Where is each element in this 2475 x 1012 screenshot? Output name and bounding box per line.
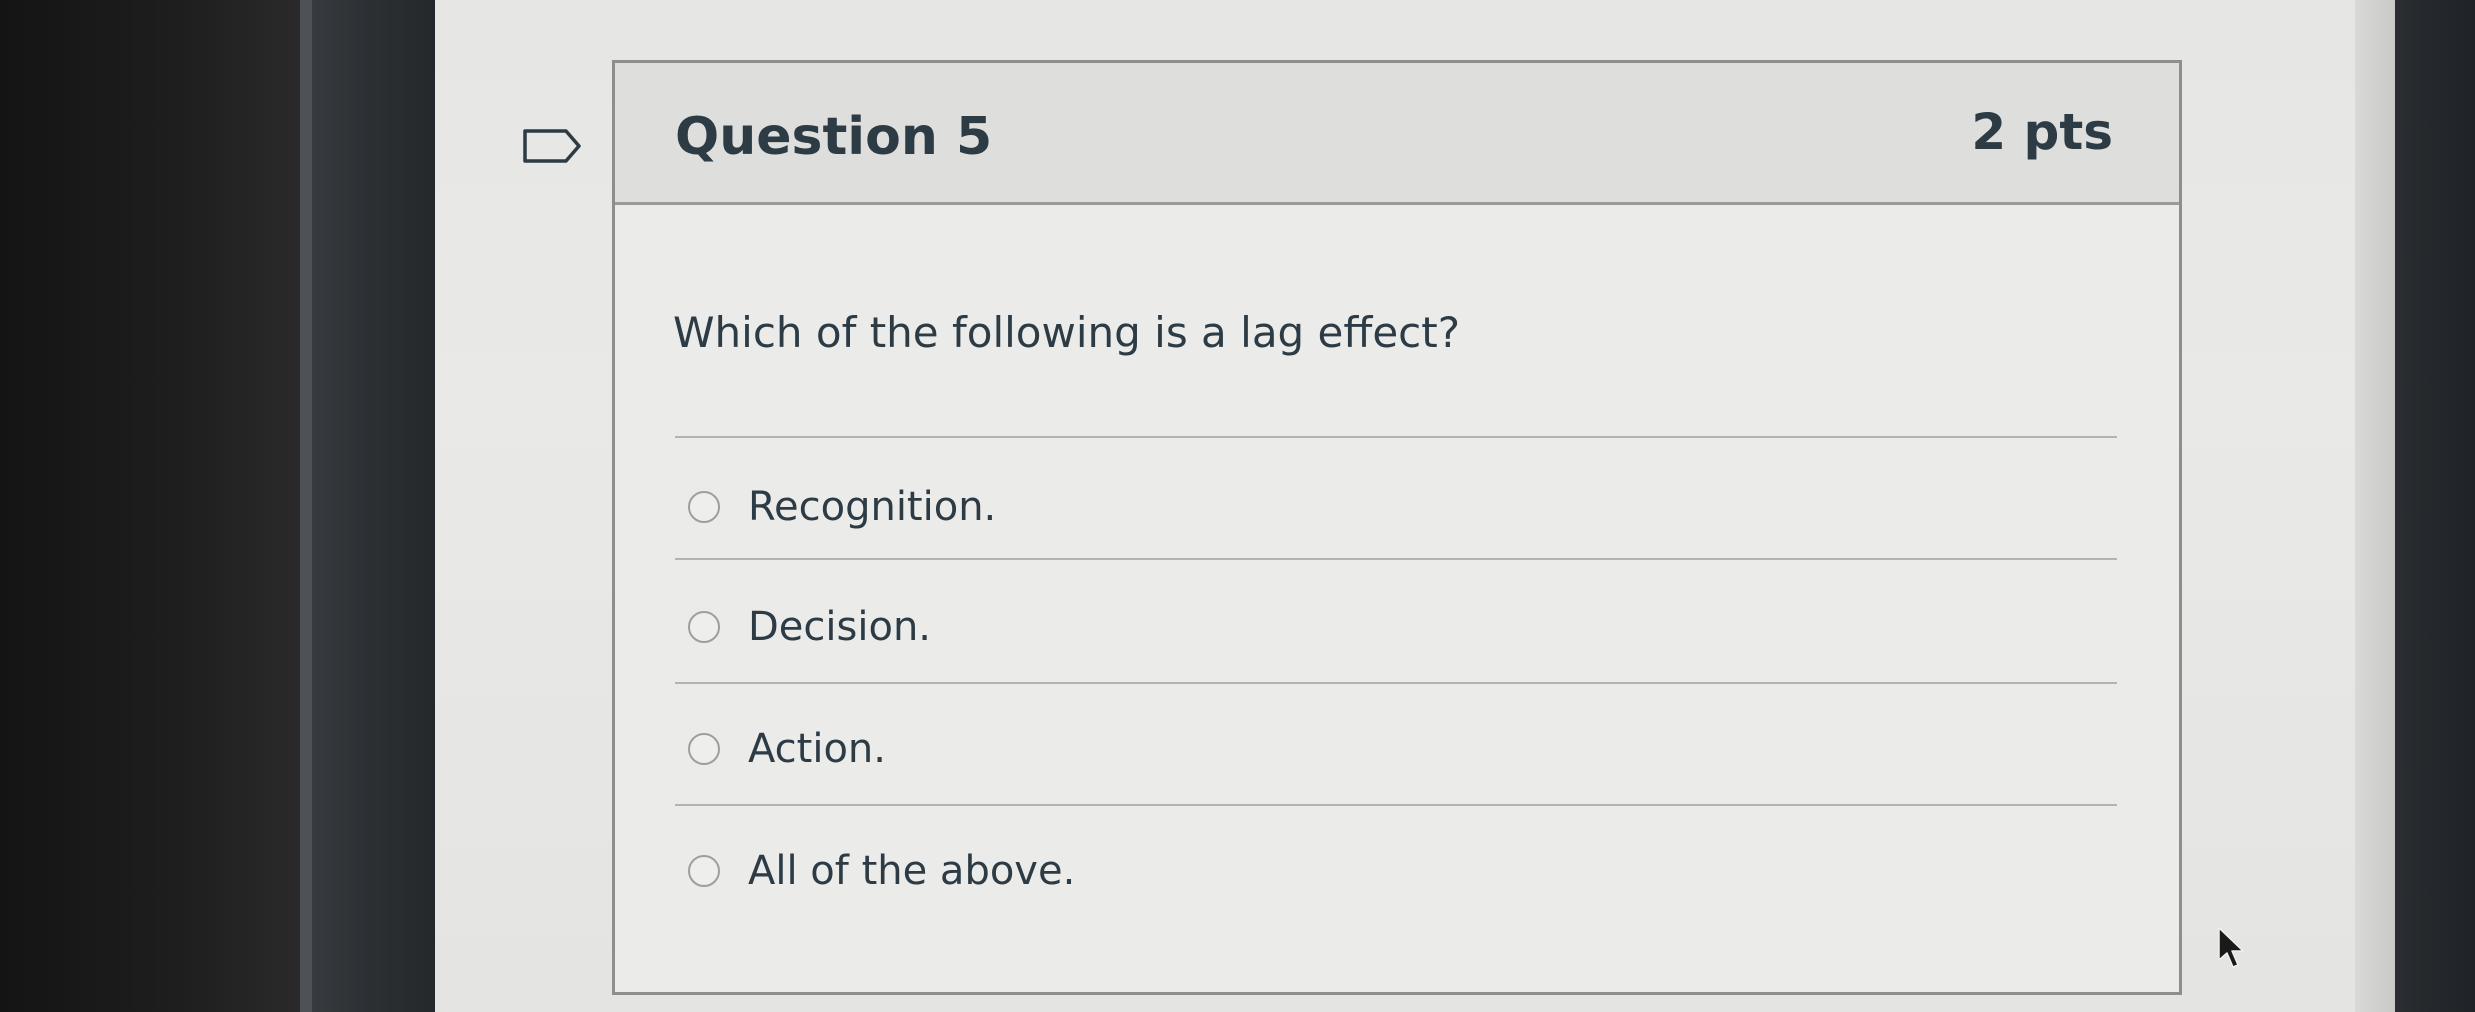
radio-button[interactable]	[688, 855, 720, 887]
answer-option-all-of-the-above[interactable]: All of the above.	[688, 846, 1075, 896]
answer-label: Decision.	[748, 604, 932, 650]
screen-right-margin	[2355, 0, 2395, 1012]
answer-divider	[675, 804, 2117, 806]
monitor-bezel-edge	[300, 0, 312, 1012]
mouse-pointer-icon	[2218, 927, 2244, 968]
radio-button[interactable]	[688, 733, 720, 765]
question-points: 2 pts	[1971, 103, 2113, 161]
answer-option-action[interactable]: Action.	[688, 724, 886, 774]
answer-divider	[675, 436, 2117, 438]
radio-button[interactable]	[688, 491, 720, 523]
question-prompt: Which of the following is a lag effect?	[673, 308, 1461, 357]
question-header: Question 5 2 pts	[615, 63, 2179, 205]
left-background	[0, 0, 300, 1012]
question-title: Question 5	[675, 107, 993, 167]
flag-outline-icon[interactable]	[522, 128, 582, 164]
answer-divider	[675, 682, 2117, 684]
answer-option-recognition[interactable]: Recognition.	[688, 482, 996, 532]
answer-label: All of the above.	[748, 848, 1076, 894]
answer-option-decision[interactable]: Decision.	[688, 602, 931, 652]
answer-label: Action.	[748, 726, 886, 772]
answer-label: Recognition.	[748, 484, 997, 530]
radio-button[interactable]	[688, 611, 720, 643]
monitor-bezel-left	[300, 0, 435, 1012]
answer-divider	[675, 558, 2117, 560]
monitor-bezel-right	[2395, 0, 2475, 1012]
